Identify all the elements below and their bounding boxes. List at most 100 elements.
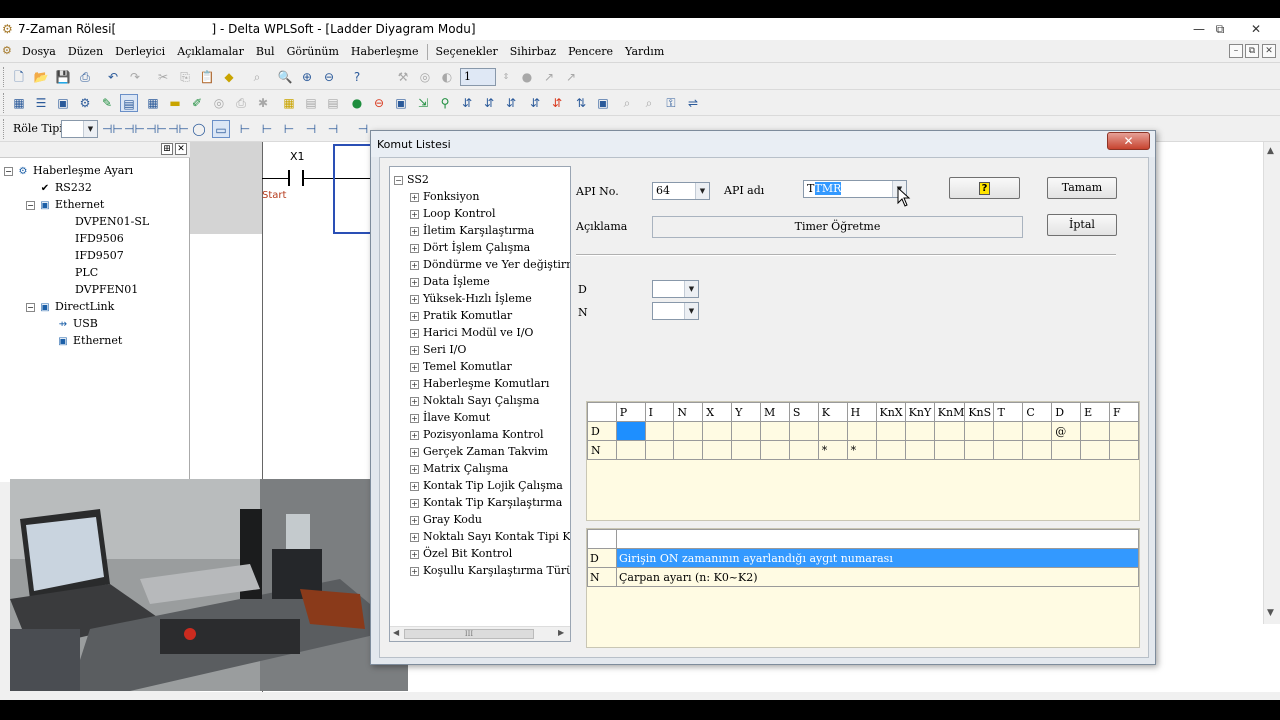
desc-row-n[interactable]: N Çarpan ayarı (n: K0~K2) <box>587 567 1139 587</box>
step-input[interactable]: 1 <box>460 68 496 86</box>
tree-item-category[interactable]: + Haberleşme Komutları <box>410 375 549 392</box>
tree-item-category[interactable]: + Dört İşlem Çalışma <box>410 239 530 256</box>
grid-cell[interactable] <box>846 421 877 441</box>
start-monitor-icon[interactable]: ⚲ <box>436 94 454 112</box>
grid-cell[interactable] <box>933 421 966 441</box>
tree-item-category[interactable]: + Noktalı Sayı Çalışma <box>410 392 539 409</box>
tree-item-category[interactable]: + Döndürme ve Yer değiştirme <box>410 256 570 273</box>
force-off-icon[interactable]: ⇵ <box>480 94 498 112</box>
copy-icon[interactable]: ⎘ <box>176 68 194 86</box>
expand-icon[interactable]: + <box>410 345 419 355</box>
search-gray-icon[interactable]: ⌕ <box>618 94 636 112</box>
search-gray2-icon[interactable]: ⌕ <box>640 94 658 112</box>
menu-bul[interactable]: Bul <box>250 44 281 60</box>
tree-item-ifd9507[interactable]: IFD9507 <box>75 247 124 264</box>
contact-nc-icon[interactable]: ⊣⊢ <box>124 120 145 138</box>
tree-item-directlink[interactable]: − ▣ DirectLink <box>26 298 114 315</box>
expand-icon[interactable]: + <box>410 430 419 440</box>
grid-cell[interactable] <box>759 421 790 441</box>
tree-item-category[interactable]: + Temel Komutlar <box>410 358 512 375</box>
expand-icon[interactable]: + <box>410 515 419 525</box>
expand-icon[interactable]: + <box>410 277 419 287</box>
expand-icon[interactable]: + <box>410 413 419 423</box>
tree-item-category[interactable]: + Data İşleme <box>410 273 490 290</box>
grid-cell[interactable] <box>904 421 935 441</box>
tree-item-rs232[interactable]: ✔ RS232 <box>38 179 92 196</box>
tree-item-ifd9506[interactable]: IFD9506 <box>75 230 124 247</box>
expand-icon[interactable]: + <box>410 549 419 559</box>
expand-icon[interactable]: + <box>410 481 419 491</box>
tree-item-ethernet[interactable]: − ▣ Ethernet <box>26 196 104 213</box>
run-plc-icon[interactable]: ● <box>348 94 366 112</box>
tree-item-category[interactable]: + Yüksek-Hızlı İşleme <box>410 290 532 307</box>
save-icon[interactable]: 💾 <box>54 68 72 86</box>
online-icon[interactable]: ▣ <box>392 94 410 112</box>
collapse-icon[interactable]: − <box>4 166 13 176</box>
grid-cell[interactable] <box>702 421 733 441</box>
toolbar-grip-3[interactable] <box>3 119 7 139</box>
operand-n-select[interactable]: ▼ <box>652 302 699 320</box>
expand-icon[interactable]: + <box>410 464 419 474</box>
grid-cell[interactable] <box>875 421 906 441</box>
zoom-icon[interactable]: 🔍 <box>276 68 294 86</box>
write-icon[interactable]: ⇵ <box>548 94 566 112</box>
stop-plc-icon[interactable]: ⊖ <box>370 94 388 112</box>
paste-icon[interactable]: 📋 <box>198 68 216 86</box>
link-icon[interactable]: ◎ <box>210 94 228 112</box>
tree-item-category[interactable]: + Loop Kontrol <box>410 205 496 222</box>
chevron-down-icon[interactable]: ▼ <box>684 281 698 297</box>
monitor-plc-icon[interactable]: ⇲ <box>414 94 432 112</box>
grid-cell[interactable] <box>644 440 675 460</box>
tree-item-dvpen01-sl[interactable]: DVPEN01-SL <box>75 213 149 230</box>
scroll-right-icon[interactable]: ▶ <box>558 628 564 637</box>
toolbar-grip-2[interactable] <box>3 93 7 113</box>
grid-cell[interactable] <box>702 440 733 460</box>
tree-item-category[interactable]: + İletim Karşılaştırma <box>410 222 534 239</box>
tree-item-category[interactable]: + Pratik Komutlar <box>410 307 512 324</box>
transfer-setup-icon[interactable]: ⇌ <box>684 94 702 112</box>
grid-cell[interactable] <box>1080 421 1110 441</box>
expand-icon[interactable]: + <box>410 192 419 202</box>
memory-icon[interactable]: ▦ <box>280 94 298 112</box>
tree-item-category[interactable]: + Noktalı Sayı Kontak Tipi Karşılaştırma <box>410 528 570 545</box>
eraser-icon[interactable]: ◆ <box>220 68 238 86</box>
ladder-mode-icon[interactable]: ▦ <box>10 94 28 112</box>
transfer-icon[interactable]: ↗ <box>562 68 580 86</box>
tree-item-comm-root[interactable]: − ⚙ Haberleşme Ayarı <box>4 162 133 179</box>
scroll-left-icon[interactable]: ◀ <box>393 628 399 637</box>
device-list-icon[interactable]: ▤ <box>302 94 320 112</box>
desc-row-d[interactable]: D Girişin ON zamanının ayarlandığı aygıt… <box>587 548 1139 568</box>
grid-cell[interactable]: @ <box>1051 421 1082 441</box>
contact-no-icon[interactable]: ⊣⊢ <box>102 120 123 138</box>
mdi-minimize-button[interactable]: – <box>1229 44 1243 58</box>
tree-item-dvpfen01[interactable]: DVPFEN01 <box>75 281 138 298</box>
grid-cell[interactable] <box>731 440 761 460</box>
register-icon[interactable]: ▤ <box>324 94 342 112</box>
grid-cell[interactable] <box>964 440 995 460</box>
menu-secenekler[interactable]: Seçenekler <box>430 44 504 60</box>
tree-root-ss2[interactable]: − SS2 <box>394 171 429 188</box>
comment-icon[interactable]: ▬ <box>166 94 184 112</box>
new-file-icon[interactable]: 🗋 <box>10 68 28 86</box>
contact-falling-icon[interactable]: ⊣⊢ <box>168 120 189 138</box>
expand-icon[interactable]: + <box>410 311 419 321</box>
command-category-tree[interactable]: − SS2 + Fonksiyon + Loop Kontrol + İletim Ka… <box>389 166 571 642</box>
dialog-close-button[interactable]: ✕ <box>1107 132 1150 150</box>
print-preview-icon[interactable]: ⎙ <box>232 94 250 112</box>
role-type-select[interactable]: ▼ <box>61 120 98 138</box>
scroll-up-icon[interactable]: ▲ <box>1267 146 1274 156</box>
grid-cell[interactable] <box>759 440 790 460</box>
grid-cell[interactable] <box>1080 440 1110 460</box>
find-icon[interactable]: ⌕ <box>248 68 266 86</box>
read-icon[interactable]: ⇅ <box>572 94 590 112</box>
menu-yardim[interactable]: Yardım <box>619 44 670 60</box>
tree-item-category[interactable]: + Seri I/O <box>410 341 466 358</box>
api-name-select[interactable]: TTMR▼ <box>803 180 907 198</box>
expand-icon[interactable]: + <box>410 209 419 219</box>
expand-icon[interactable]: + <box>410 260 419 270</box>
menu-sihirbaz[interactable]: Sihirbaz <box>504 44 562 60</box>
tree-item-category[interactable]: + Kontak Tip Lojik Çalışma <box>410 477 563 494</box>
grid-cell[interactable] <box>1109 421 1139 441</box>
collapse-icon[interactable]: − <box>26 200 35 210</box>
zoom-in-icon[interactable]: ⊕ <box>298 68 316 86</box>
